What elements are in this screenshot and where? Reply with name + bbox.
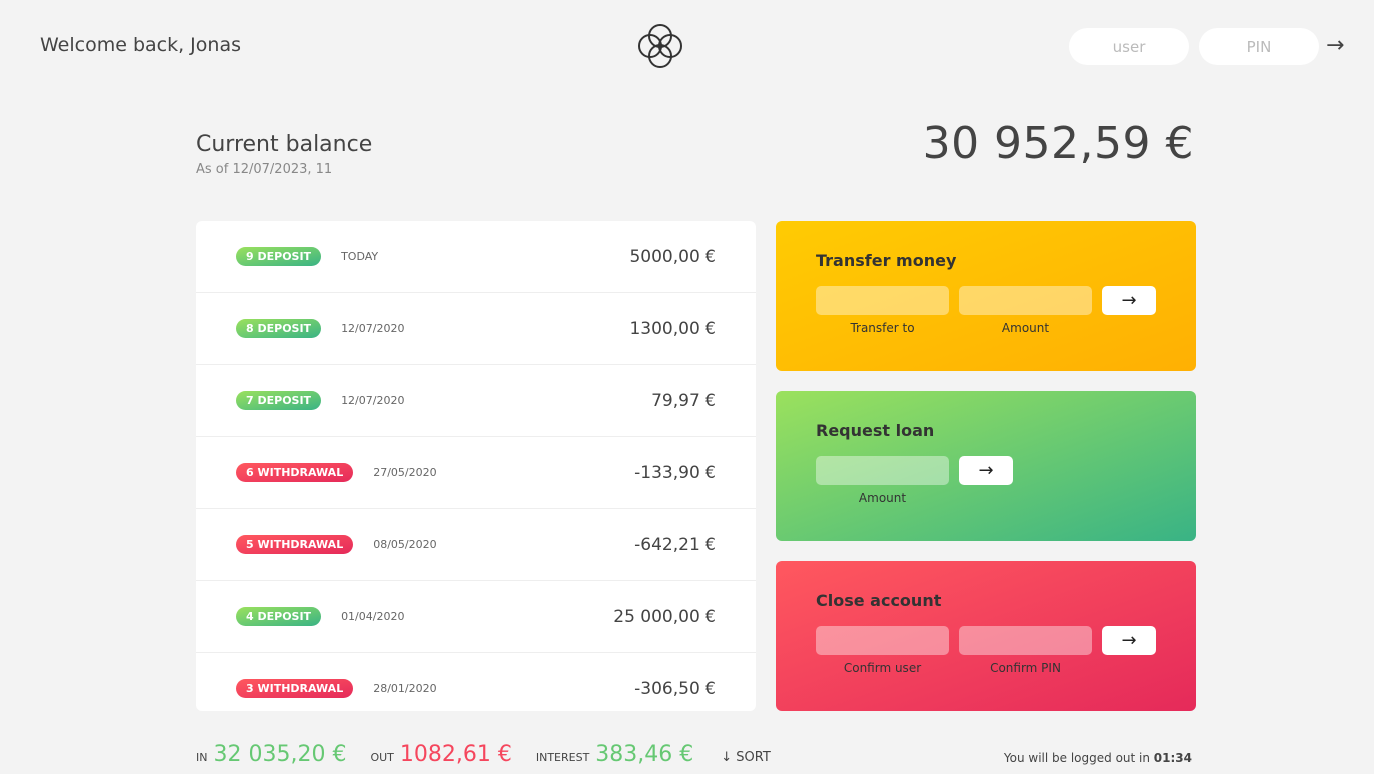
- close-account-panel: Close account → Confirm user Confirm PIN: [776, 561, 1196, 711]
- transfer-amount-input[interactable]: [959, 286, 1092, 315]
- movement-date: 27/05/2020: [373, 466, 437, 479]
- login-pin-input[interactable]: [1199, 28, 1319, 65]
- login-button[interactable]: →: [1326, 33, 1344, 58]
- movement-date: 08/05/2020: [373, 538, 437, 551]
- logout-timer: You will be logged out in 01:34: [1004, 751, 1192, 765]
- loan-panel: Request loan → Amount: [776, 391, 1196, 541]
- movement-type-badge: 3 WITHDRAWAL: [236, 679, 354, 698]
- movement-date: 12/07/2020: [341, 322, 405, 335]
- summary-bar: In 32 035,20 € Out 1082,61 € Interest 38…: [196, 742, 771, 767]
- logout-timer-value: 01:34: [1153, 751, 1192, 765]
- summary-interest-value: 383,46 €: [595, 742, 694, 767]
- loan-amount-input[interactable]: [816, 456, 949, 485]
- transfer-title: Transfer money: [816, 251, 957, 270]
- movement-value: 1300,00 €: [629, 318, 716, 339]
- movement-type-badge: 9 DEPOSIT: [236, 247, 322, 266]
- logout-timer-text: You will be logged out in: [1003, 751, 1154, 765]
- loan-amount-label: Amount: [858, 491, 907, 505]
- close-user-input[interactable]: [816, 626, 949, 655]
- movement-row: 9 DEPOSIT TODAY 5000,00 €: [196, 221, 756, 293]
- transfer-to-label: Transfer to: [850, 321, 915, 335]
- summary-out-label: Out: [370, 751, 394, 764]
- app-logo-icon: [638, 24, 682, 68]
- sort-button[interactable]: ↓ SORT: [721, 750, 771, 765]
- summary-out-value: 1082,61 €: [399, 742, 512, 767]
- movement-type-badge: 8 DEPOSIT: [236, 319, 322, 338]
- movement-value: -306,50 €: [634, 678, 716, 699]
- close-pin-input[interactable]: [959, 626, 1092, 655]
- loan-title: Request loan: [816, 421, 935, 440]
- movement-value: 5000,00 €: [629, 246, 716, 267]
- close-submit-button[interactable]: →: [1102, 626, 1156, 655]
- movement-value: 25 000,00 €: [613, 606, 716, 627]
- movement-value: -642,21 €: [634, 534, 716, 555]
- transfer-submit-button[interactable]: →: [1102, 286, 1156, 315]
- movement-row: 6 WITHDRAWAL 27/05/2020 -133,90 €: [196, 437, 756, 509]
- movements-list: 9 DEPOSIT TODAY 5000,00 € 8 DEPOSIT 12/0…: [196, 221, 756, 711]
- movement-date: 28/01/2020: [373, 682, 437, 695]
- summary-in-value: 32 035,20 €: [213, 742, 347, 767]
- balance-label: Current balance: [196, 132, 373, 157]
- transfer-panel: Transfer money → Transfer to Amount: [776, 221, 1196, 371]
- transfer-amount-label: Amount: [1001, 321, 1050, 335]
- movement-value: -133,90 €: [634, 462, 716, 483]
- transfer-to-input[interactable]: [816, 286, 949, 315]
- movement-date: TODAY: [341, 250, 379, 263]
- movement-row: 5 WITHDRAWAL 08/05/2020 -642,21 €: [196, 509, 756, 581]
- welcome-message: Welcome back, Jonas: [40, 34, 241, 56]
- close-user-label: Confirm user: [843, 661, 922, 675]
- movement-row: 4 DEPOSIT 01/04/2020 25 000,00 €: [196, 581, 756, 653]
- movement-value: 79,97 €: [651, 390, 716, 411]
- balance-value: 30 952,59 €: [922, 118, 1194, 169]
- close-title: Close account: [816, 591, 942, 610]
- summary-interest-label: Interest: [535, 751, 590, 764]
- login-user-input[interactable]: [1069, 28, 1189, 65]
- movement-type-badge: 6 WITHDRAWAL: [236, 463, 354, 482]
- movement-date: 12/07/2020: [341, 394, 405, 407]
- balance-date: As of 12/07/2023, 11: [196, 162, 333, 177]
- movement-type-badge: 4 DEPOSIT: [236, 607, 322, 626]
- close-pin-label: Confirm PIN: [990, 661, 1061, 675]
- summary-in-label: In: [196, 751, 208, 764]
- movement-row: 3 WITHDRAWAL 28/01/2020 -306,50 €: [196, 653, 756, 711]
- movement-type-badge: 7 DEPOSIT: [236, 391, 322, 410]
- movement-date: 01/04/2020: [341, 610, 405, 623]
- movement-type-badge: 5 WITHDRAWAL: [236, 535, 354, 554]
- movement-row: 7 DEPOSIT 12/07/2020 79,97 €: [196, 365, 756, 437]
- movement-row: 8 DEPOSIT 12/07/2020 1300,00 €: [196, 293, 756, 365]
- loan-submit-button[interactable]: →: [959, 456, 1013, 485]
